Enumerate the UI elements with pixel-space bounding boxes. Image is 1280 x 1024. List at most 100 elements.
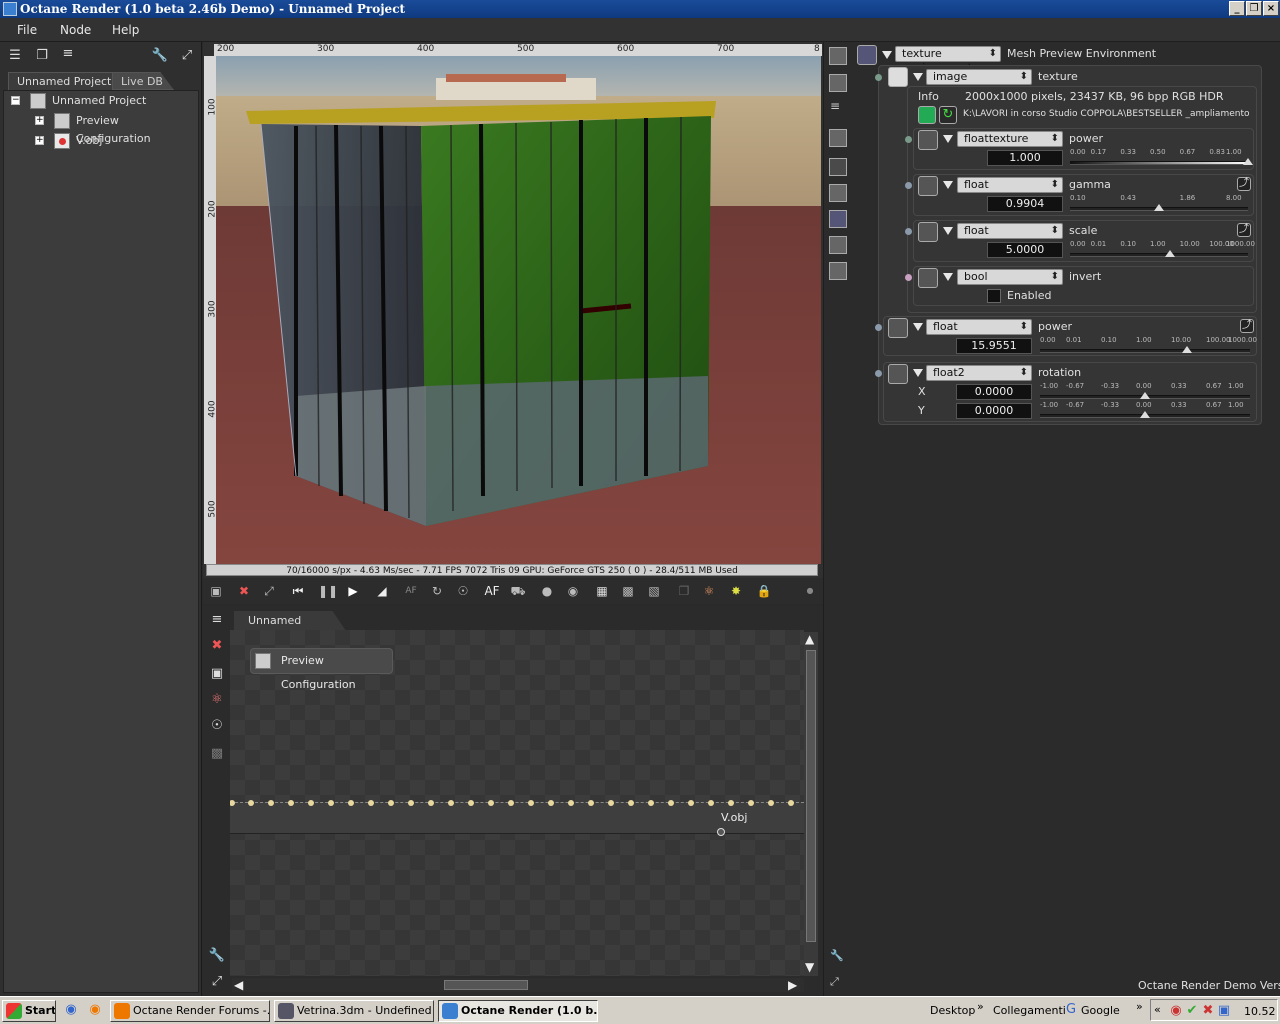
- light-icon[interactable]: ✸: [727, 582, 745, 600]
- image-icon[interactable]: [829, 236, 847, 254]
- tray-network-icon[interactable]: ▣: [1215, 1003, 1233, 1019]
- gamma-value-field[interactable]: 0.9904: [987, 196, 1063, 212]
- node-graph-canvas[interactable]: Preview Configuration V.obj: [230, 630, 804, 976]
- autofocus-button[interactable]: AF: [483, 582, 501, 600]
- expand-toggle-icon[interactable]: +: [35, 136, 44, 145]
- taskbar-button-octane[interactable]: Octane Render (1.0 b...: [438, 1000, 598, 1022]
- node-image-icon[interactable]: ▩: [208, 746, 226, 762]
- input-pin[interactable]: [905, 182, 912, 189]
- slider-knob[interactable]: [1140, 411, 1150, 418]
- minimize-button[interactable]: _: [1229, 1, 1245, 16]
- film-icon[interactable]: [829, 129, 847, 147]
- pause-icon[interactable]: ❚❚: [318, 582, 338, 600]
- chevron-icon[interactable]: »: [1136, 1000, 1143, 1013]
- node-editor-horizontal-scrollbar[interactable]: ◀ ▶: [232, 978, 804, 992]
- power-slider[interactable]: 0.00 0.01 0.10 1.00 10.00 100.00 1000.00: [1040, 336, 1257, 358]
- curve-icon[interactable]: ⤴: [1237, 223, 1251, 237]
- scroll-right-icon[interactable]: ▶: [788, 978, 797, 992]
- node-editor-vertical-scrollbar[interactable]: ▲ ▼: [804, 632, 818, 976]
- power-type-dropdown[interactable]: floattexture: [957, 131, 1063, 147]
- list-icon[interactable]: ≡: [829, 98, 847, 116]
- af-small-icon[interactable]: AF: [402, 582, 420, 600]
- collapse-arrow-icon[interactable]: [913, 369, 923, 377]
- slider-knob[interactable]: [1154, 204, 1164, 211]
- power-type-dropdown[interactable]: float: [926, 319, 1032, 335]
- node-film-icon[interactable]: ▣: [208, 666, 226, 682]
- pick-icon[interactable]: ☉: [454, 582, 472, 600]
- fit-icon[interactable]: ⤢: [260, 582, 278, 600]
- power-value-field[interactable]: 15.9551: [956, 338, 1032, 354]
- rotation-y-field[interactable]: 0.0000: [956, 403, 1032, 419]
- node-vobj-bar[interactable]: V.obj: [230, 800, 804, 836]
- input-pin[interactable]: [905, 274, 912, 281]
- google-toolbar[interactable]: Google: [1081, 1004, 1120, 1017]
- chevron-icon[interactable]: »: [977, 1000, 984, 1013]
- tree-item-project[interactable]: − Unnamed Project: [4, 92, 194, 110]
- node-editor-tab[interactable]: Unnamed Project: [234, 611, 346, 631]
- scroll-left-icon[interactable]: ◀: [234, 978, 243, 992]
- collapse-arrow-icon[interactable]: [913, 323, 923, 331]
- collapse-arrow-icon[interactable]: [943, 181, 953, 189]
- rotation-y-slider[interactable]: -1.00 -0.67 -0.33 0.00 0.33 0.67 1.00: [1040, 401, 1250, 423]
- rotation-type-dropdown[interactable]: float2: [926, 365, 1032, 381]
- ie-icon[interactable]: ◉: [62, 1002, 80, 1018]
- checker-dark-icon[interactable]: ▧: [645, 582, 663, 600]
- sphere-icon[interactable]: ●: [538, 582, 556, 600]
- scroll-up-icon[interactable]: ▲: [805, 632, 814, 646]
- scroll-down-icon[interactable]: ▼: [805, 960, 814, 974]
- start-button[interactable]: Start: [2, 1000, 56, 1022]
- node-icon[interactable]: [829, 262, 847, 280]
- wrench-icon[interactable]: 🔧: [829, 948, 847, 966]
- texture-type-dropdown[interactable]: image: [926, 69, 1032, 85]
- scroll-thumb[interactable]: [444, 980, 528, 990]
- maximize-icon[interactable]: ⤢: [178, 48, 196, 64]
- collapse-toggle-icon[interactable]: −: [11, 96, 20, 105]
- save-render-icon[interactable]: ▣: [207, 582, 225, 600]
- enabled-checkbox[interactable]: [987, 289, 1001, 303]
- rotate-icon[interactable]: ↻: [428, 582, 446, 600]
- clear-icon[interactable]: ✖: [235, 582, 253, 600]
- rotation-x-field[interactable]: 0.0000: [956, 384, 1032, 400]
- firefox-icon[interactable]: ◉: [86, 1002, 104, 1018]
- scale-type-dropdown[interactable]: float: [957, 223, 1063, 239]
- outliner-copy-icon[interactable]: ❐: [33, 48, 51, 64]
- menu-file[interactable]: File: [17, 23, 37, 37]
- taskbar-button-rhino[interactable]: Vetrina.3dm - Undefined ...: [274, 1000, 434, 1022]
- tray-expand-icon[interactable]: «: [1154, 1003, 1161, 1016]
- render-image[interactable]: [216, 56, 821, 564]
- settings-icon[interactable]: [829, 47, 847, 65]
- wrench-icon[interactable]: 🔧: [208, 948, 226, 964]
- menu-help[interactable]: Help: [112, 23, 139, 37]
- input-pin[interactable]: [875, 324, 882, 331]
- collapse-arrow-icon[interactable]: [882, 51, 892, 59]
- reload-icon[interactable]: ↻: [939, 106, 957, 124]
- collapse-arrow-icon[interactable]: [943, 273, 953, 281]
- expand-toggle-icon[interactable]: +: [35, 116, 44, 125]
- maximize-icon[interactable]: ⤢: [208, 974, 226, 990]
- slider-knob[interactable]: [1182, 346, 1192, 353]
- slider-knob[interactable]: [1140, 392, 1150, 399]
- tree-item-preview-configuration[interactable]: + Preview Configuration: [4, 112, 194, 145]
- collapse-arrow-icon[interactable]: [913, 73, 923, 81]
- node-preview-configuration[interactable]: Preview Configuration: [250, 648, 393, 691]
- lock-icon[interactable]: 🔒: [755, 582, 773, 600]
- restore-button[interactable]: ❐: [1246, 1, 1262, 16]
- links-toolbar[interactable]: Collegamenti: [993, 1004, 1066, 1017]
- node-type-dropdown[interactable]: texture environment: [895, 46, 1001, 74]
- tab-unnamed-project[interactable]: Unnamed Project: [8, 72, 121, 90]
- gamma-type-dropdown[interactable]: float: [957, 177, 1063, 193]
- desktop-toolbar[interactable]: Desktop: [930, 1004, 975, 1017]
- curve-icon[interactable]: ⤴: [1237, 177, 1251, 191]
- node-texture-icon[interactable]: ☉: [208, 718, 226, 734]
- checker-icon[interactable]: ▩: [619, 582, 637, 600]
- node-material-icon[interactable]: ⚛: [208, 692, 226, 708]
- copy-disabled-icon[interactable]: ❐: [675, 582, 693, 600]
- slider-knob[interactable]: [1243, 158, 1253, 165]
- play-icon[interactable]: ▶: [344, 582, 362, 600]
- collapse-arrow-icon[interactable]: [943, 135, 953, 143]
- power-texture-slider[interactable]: 0.00 0.17 0.33 0.50 0.67 0.83 1.00: [1070, 148, 1253, 170]
- node-delete-icon[interactable]: ✖: [208, 638, 226, 654]
- outliner-list-icon[interactable]: ≡: [59, 46, 77, 62]
- material-icon[interactable]: ⚛: [700, 582, 718, 600]
- scroll-thumb[interactable]: [806, 650, 816, 942]
